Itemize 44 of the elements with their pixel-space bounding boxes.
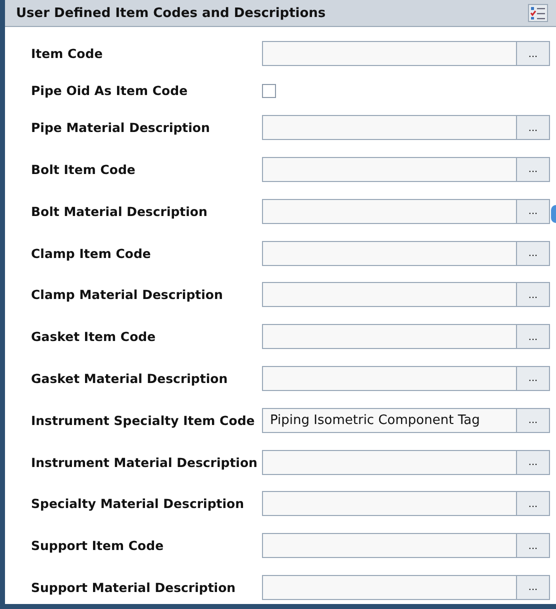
property-field[interactable]: ... xyxy=(262,41,550,66)
property-label: Bolt Material Description xyxy=(31,204,208,219)
property-label: Pipe Material Description xyxy=(31,120,211,136)
browse-button[interactable]: ... xyxy=(516,200,549,223)
property-label: Bolt Item Code xyxy=(31,162,136,177)
property-field[interactable]: ... xyxy=(262,324,550,350)
property-field[interactable]: ... xyxy=(262,240,550,266)
property-field[interactable]: ... xyxy=(262,115,550,140)
browse-button[interactable]: ... xyxy=(516,42,549,66)
property-label: Item Code xyxy=(31,46,104,62)
browse-button[interactable]: ... xyxy=(516,576,549,599)
property-label: Instrument Specialty Item Code xyxy=(31,412,256,428)
browse-button[interactable]: ... xyxy=(516,450,549,474)
property-field[interactable]: ... xyxy=(262,282,550,308)
marker-icon xyxy=(551,205,556,223)
property-field[interactable]: ... xyxy=(262,533,550,558)
property-field[interactable]: ... xyxy=(262,574,550,600)
property-label: Clamp Material Description xyxy=(31,287,224,302)
browse-button[interactable]: ... xyxy=(516,158,549,181)
property-field[interactable]: ... xyxy=(262,491,550,516)
property-field[interactable]: ... xyxy=(262,156,550,182)
panel-title: User Defined Item Codes and Descriptions xyxy=(16,6,327,20)
property-field[interactable]: ... xyxy=(262,366,550,391)
property-label: Gasket Material Description xyxy=(31,370,229,386)
property-label: Support Item Code xyxy=(31,538,165,554)
property-field[interactable]: ... xyxy=(262,198,550,224)
property-label: Pipe Oid As Item Code xyxy=(31,83,189,98)
browse-button[interactable]: ... xyxy=(516,534,549,558)
browse-button[interactable]: ... xyxy=(516,283,549,306)
property-label: Specialty Material Description xyxy=(31,496,246,512)
browse-button[interactable]: ... xyxy=(516,325,549,348)
checkbox[interactable] xyxy=(262,84,276,98)
browse-button[interactable]: ... xyxy=(516,366,549,390)
browse-button[interactable]: ... xyxy=(516,408,549,432)
browse-button[interactable]: ... xyxy=(516,492,549,516)
browse-button[interactable]: ... xyxy=(516,242,549,265)
property-label: Support Material Description xyxy=(31,580,237,595)
property-label: Gasket Item Code xyxy=(31,329,157,344)
property-label: Instrument Material Description xyxy=(31,454,258,470)
browse-button[interactable]: ... xyxy=(516,116,549,140)
property-field[interactable]: Piping Isometric Component Tag ... xyxy=(262,408,550,433)
property-field[interactable]: ... xyxy=(262,450,550,475)
property-label: Clamp Item Code xyxy=(31,246,152,261)
checklist-icon[interactable] xyxy=(528,4,548,22)
